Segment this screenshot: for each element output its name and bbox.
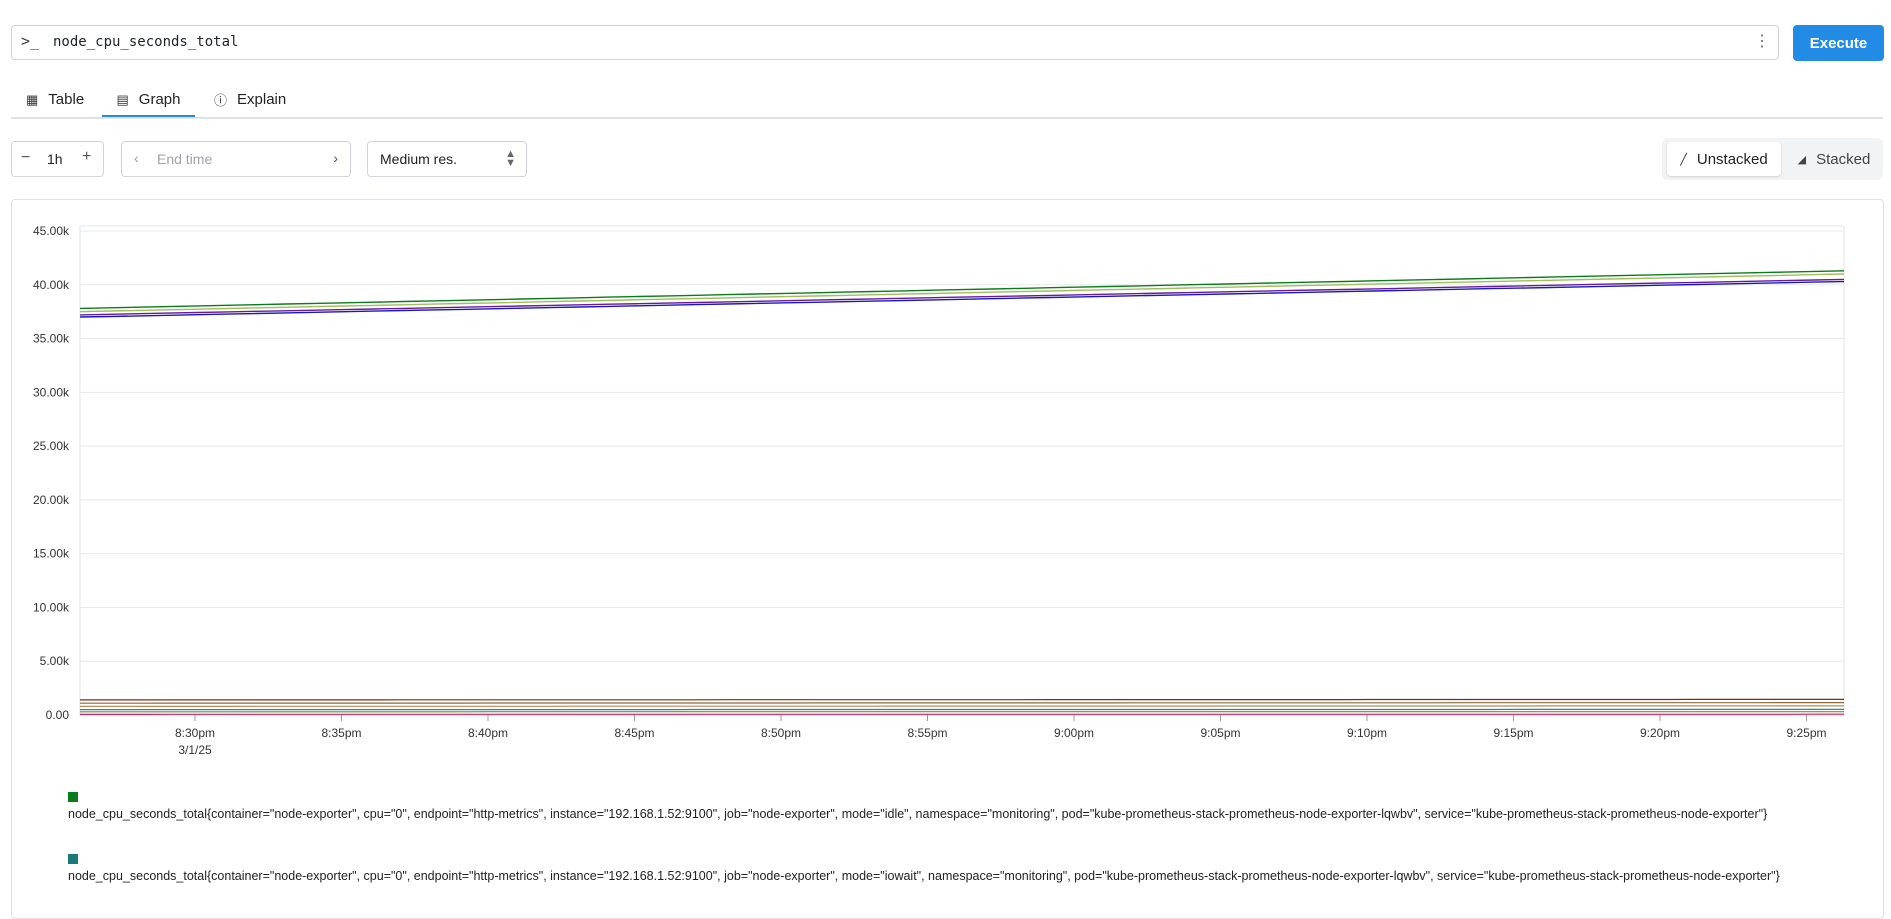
chevron-left-icon[interactable]: ‹	[134, 150, 139, 166]
x-tick-label: 9:25pm	[1786, 726, 1826, 740]
series-line[interactable]	[80, 282, 1844, 317]
unstacked-label: Unstacked	[1697, 151, 1768, 168]
terminal-prompt-icon: >_	[21, 32, 39, 50]
end-time-picker[interactable]: ‹ End time ›	[121, 141, 351, 177]
x-date-label: 3/1/25	[178, 743, 212, 757]
table-icon: ▦	[26, 92, 38, 108]
kebab-menu-icon[interactable]: ⋮	[1754, 31, 1770, 51]
y-tick-label: 30.00k	[33, 385, 70, 399]
view-tabs: ▦ Table ▤ Graph ⓘ Explain	[11, 84, 1883, 119]
x-tick-label: 8:35pm	[321, 726, 361, 740]
resolution-select[interactable]: Medium res. ▲▼	[367, 141, 527, 177]
y-tick-label: 20.00k	[33, 493, 70, 507]
legend-swatch	[68, 792, 78, 802]
tab-graph[interactable]: ▤ Graph	[102, 84, 195, 117]
y-tick-label: 40.00k	[33, 278, 70, 292]
chevron-right-icon[interactable]: ›	[333, 150, 338, 166]
x-tick-label: 8:50pm	[761, 726, 801, 740]
resolution-value: Medium res.	[380, 151, 457, 167]
stack-mode-toggle: ╱ Unstacked ◢ Stacked	[1662, 138, 1883, 180]
unstacked-button[interactable]: ╱ Unstacked	[1667, 142, 1781, 176]
x-tick-label: 9:15pm	[1493, 726, 1533, 740]
stacked-button[interactable]: ◢ Stacked	[1788, 142, 1880, 176]
x-tick-label: 9:10pm	[1347, 726, 1387, 740]
query-input[interactable]: >_ node_cpu_seconds_total ⋮	[11, 25, 1779, 60]
tab-explain[interactable]: ⓘ Explain	[214, 84, 294, 115]
y-tick-label: 15.00k	[33, 547, 70, 561]
graph-panel: 45.00k 40.00k 35.00k 30.00k 25.00k 20.00k 15.0…	[11, 199, 1884, 919]
tab-label: Table	[48, 91, 84, 108]
legend-swatch	[68, 854, 78, 864]
x-tick-label: 8:30pm	[175, 726, 215, 740]
tab-table[interactable]: ▦ Table	[26, 84, 92, 115]
y-tick-label: 0.00	[46, 708, 70, 722]
x-tick-label: 9:20pm	[1640, 726, 1680, 740]
series-line[interactable]	[80, 703, 1844, 704]
graph-icon: ▤	[117, 92, 129, 108]
chevron-updown-icon: ▲▼	[505, 150, 516, 168]
execute-button[interactable]: Execute	[1793, 25, 1884, 61]
info-icon: ⓘ	[214, 90, 227, 109]
y-tick-label: 35.00k	[33, 332, 70, 346]
series-line[interactable]	[80, 271, 1844, 309]
x-tick-label: 8:55pm	[907, 726, 947, 740]
legend-item[interactable]: node_cpu_seconds_total{container="node-e…	[68, 792, 1838, 842]
legend-label: node_cpu_seconds_total{container="node-e…	[68, 806, 1838, 823]
series-line[interactable]	[80, 699, 1844, 700]
x-tick-label: 9:05pm	[1200, 726, 1240, 740]
end-time-placeholder: End time	[157, 151, 212, 167]
tab-label: Graph	[139, 91, 181, 108]
area-chart-icon: ◢	[1798, 153, 1806, 166]
line-chart-icon: ╱	[1680, 153, 1687, 166]
legend-label: node_cpu_seconds_total{container="node-e…	[68, 868, 1838, 885]
legend-item[interactable]: node_cpu_seconds_total{container="node-e…	[68, 854, 1838, 904]
x-tick-label: 8:45pm	[614, 726, 654, 740]
y-tick-label: 45.00k	[33, 224, 70, 238]
series-line[interactable]	[80, 274, 1844, 312]
y-tick-label: 25.00k	[33, 439, 70, 453]
stacked-label: Stacked	[1816, 151, 1870, 168]
y-tick-label: 10.00k	[33, 600, 70, 614]
series-line[interactable]	[80, 706, 1844, 707]
range-stepper: − 1h +	[11, 141, 104, 177]
x-tick-label: 9:00pm	[1054, 726, 1094, 740]
minus-icon[interactable]: −	[21, 149, 30, 167]
x-tick-label: 8:40pm	[468, 726, 508, 740]
y-tick-label: 5.00k	[40, 654, 70, 668]
query-expression[interactable]: node_cpu_seconds_total	[53, 34, 238, 50]
range-value[interactable]: 1h	[47, 151, 63, 167]
tab-label: Explain	[237, 91, 286, 108]
plus-icon[interactable]: +	[82, 148, 91, 166]
